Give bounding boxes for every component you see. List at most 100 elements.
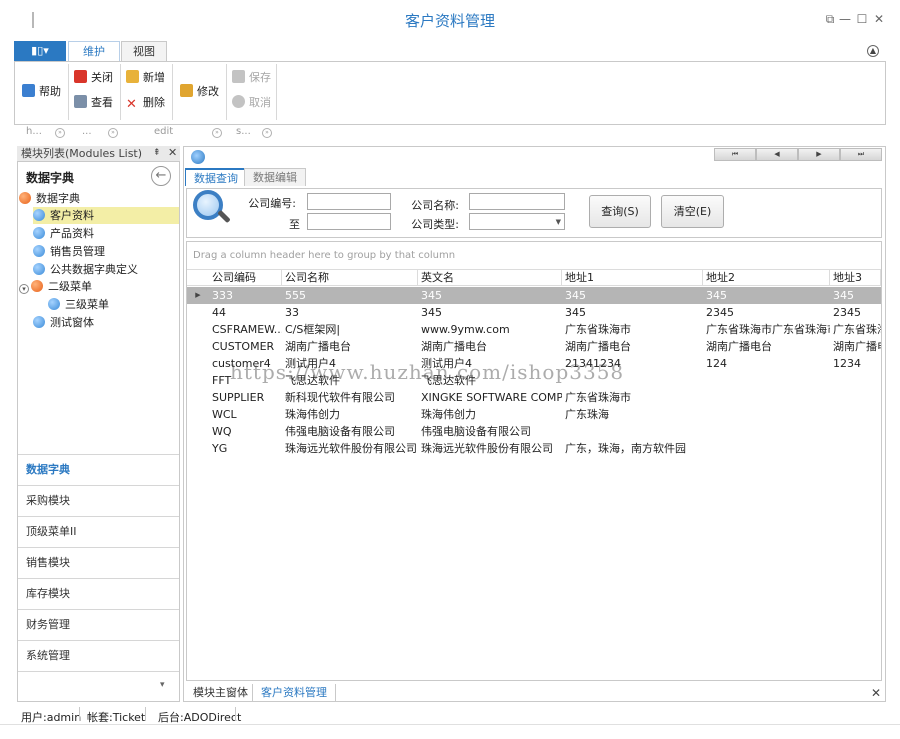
new-button[interactable]: 新增 [126,68,165,88]
table-row[interactable]: WQ 伟强电脑设备有限公司 伟强电脑设备有限公司 [187,423,881,440]
table-cell[interactable]: 广东省珠海市 [562,389,703,406]
table-cell[interactable]: 新科现代软件有限公司 [282,389,418,406]
table-cell[interactable] [703,440,830,457]
tree-item-tertiary-menu[interactable]: 三级菜单 [48,296,179,313]
table-cell[interactable]: 湖南广播电台 [418,338,562,355]
ribbon-collapse-icon[interactable]: ▲ [867,45,879,57]
table-cell[interactable]: C/S框架网| [282,321,418,338]
back-arrow-icon[interactable]: ← [151,166,171,186]
column-header-address1[interactable]: 地址1 [562,270,703,286]
minimize-button[interactable]: — [838,12,852,26]
tree-item-public-dictionary[interactable]: 公共数据字典定义 [33,261,179,278]
clear-button[interactable]: 清空(E) [661,195,724,228]
nav-group-top-menu-ii[interactable]: 顶级菜单II [18,516,179,546]
table-cell[interactable] [830,372,881,389]
more-chevron-icon[interactable]: ▾ [160,680,165,690]
view-button[interactable]: 查看 [74,93,113,113]
table-cell[interactable]: 珠海伟创力 [282,406,418,423]
table-cell[interactable] [703,372,830,389]
tab-data-edit[interactable]: 数据编辑 [244,168,306,186]
table-cell[interactable]: 345 [830,287,881,304]
table-row[interactable]: 44 33 345 345 2345 2345 [187,304,881,321]
table-cell[interactable]: 345 [418,304,562,321]
app-menu-button[interactable]: ▮▯▾ [14,41,66,61]
maximize-button[interactable]: ☐ [855,12,869,26]
table-cell[interactable]: CSFRAMEW... [209,321,282,338]
tree-item-customer-data[interactable]: 客户资料 [33,207,179,224]
table-cell[interactable] [830,406,881,423]
table-row[interactable]: SUPPLIER 新科现代软件有限公司 XINGKE SOFTWARE COMP..… [187,389,881,406]
column-header-company-code[interactable]: 公司编码 [209,270,282,286]
table-row[interactable]: WCL 珠海伟创力 珠海伟创力 广东珠海 [187,406,881,423]
group-by-panel[interactable]: Drag a column header here to group by th… [187,242,881,269]
company-type-select[interactable]: ▼ [469,213,565,230]
table-cell[interactable]: CUSTOMER [209,338,282,355]
nav-group-inventory[interactable]: 库存模块 [18,578,179,608]
close-doc-tab-icon[interactable]: ✕ [871,686,881,700]
table-cell[interactable]: 广东省珠海市 [562,321,703,338]
table-cell[interactable]: 珠海远光软件股份有限公司 [418,440,562,457]
collapse-expander-icon[interactable]: ▾ [19,284,29,294]
table-cell[interactable] [703,423,830,440]
table-cell[interactable]: 伟强电脑设备有限公司 [418,423,562,440]
first-record-button[interactable]: ⏮ [714,148,756,161]
table-cell[interactable] [562,423,703,440]
table-cell[interactable] [703,389,830,406]
pin-icon[interactable]: ⇞ [153,148,161,158]
tree-item-data-dictionary[interactable]: 数据字典 [19,190,179,207]
nav-group-data-dictionary[interactable]: 数据字典 [18,454,179,484]
group-launcher-icon[interactable]: » [212,128,222,138]
table-cell[interactable]: 555 [282,287,418,304]
table-cell[interactable]: WQ [209,423,282,440]
table-cell[interactable]: 伟强电脑设备有限公司 [282,423,418,440]
table-cell[interactable]: 2345 [830,304,881,321]
table-cell[interactable]: 33 [282,304,418,321]
next-record-button[interactable]: ▶ [798,148,840,161]
tree-item-salesperson[interactable]: 销售员管理 [33,243,179,260]
doc-tab-main-form[interactable]: 模块主窗体 [185,684,256,702]
table-row[interactable]: CUSTOMER湖南广播电台湖南广播电台湖南广播电台湖南广播电台湖南广播电 [187,338,881,355]
save-button[interactable]: 保存 [232,68,271,88]
table-row[interactable]: CSFRAMEW... C/S框架网| www.9ymw.com 广东省珠海市 广东省珠… [187,321,881,338]
table-cell[interactable]: 44 [209,304,282,321]
panel-close-icon[interactable]: ✕ [168,146,177,159]
table-cell[interactable]: SUPPLIER [209,389,282,406]
query-button[interactable]: 查询(S) [589,195,651,228]
column-header-english-name[interactable]: 英文名 [418,270,562,286]
table-cell[interactable]: 湖南广播电台 [703,338,830,355]
table-cell[interactable]: 广东珠海 [562,406,703,423]
close-window-button[interactable]: ✕ [872,12,886,26]
tab-data-query[interactable]: 数据查询 [185,168,247,186]
nav-group-finance[interactable]: 财务管理 [18,609,179,639]
table-cell[interactable]: 333 [209,287,282,304]
tree-item-secondary-menu[interactable]: ▾ 二级菜单 [19,278,179,295]
group-launcher-icon[interactable]: » [108,128,118,138]
table-cell[interactable] [830,440,881,457]
table-cell[interactable]: 345 [418,287,562,304]
table-cell[interactable]: 湖南广播电台 [282,338,418,355]
nav-group-purchasing[interactable]: 采购模块 [18,485,179,515]
table-cell[interactable] [830,423,881,440]
table-cell[interactable]: 124 [703,355,830,372]
modify-button[interactable]: 修改 [180,82,219,102]
table-cell[interactable]: 湖南广播电 [830,338,881,355]
close-button[interactable]: 关闭 [74,68,113,88]
nav-group-system[interactable]: 系统管理 [18,640,179,670]
table-row[interactable]: ▶ 333 555 345 345 345 345 [187,287,881,304]
company-code-from-input[interactable] [307,193,391,210]
column-header-company-name[interactable]: 公司名称 [282,270,418,286]
nav-group-sales[interactable]: 销售模块 [18,547,179,577]
table-cell[interactable]: 1234 [830,355,881,372]
table-cell[interactable]: 广东，珠海，南方软件园 [562,440,703,457]
doc-tab-customer-data[interactable]: 客户资料管理 [252,684,336,702]
company-name-input[interactable] [469,193,565,210]
previous-record-button[interactable]: ◀ [756,148,798,161]
table-cell[interactable]: 珠海伟创力 [418,406,562,423]
column-header-address3[interactable]: 地址3 [830,270,881,286]
table-cell[interactable]: 珠海远光软件股份有限公司 [282,440,418,457]
table-row[interactable]: YG 珠海远光软件股份有限公司 珠海远光软件股份有限公司 广东，珠海，南方软件园 [187,440,881,457]
last-record-button[interactable]: ⏭ [840,148,882,161]
table-cell[interactable]: 2345 [703,304,830,321]
cancel-button[interactable]: 取消 [232,93,271,113]
table-cell[interactable]: 345 [703,287,830,304]
